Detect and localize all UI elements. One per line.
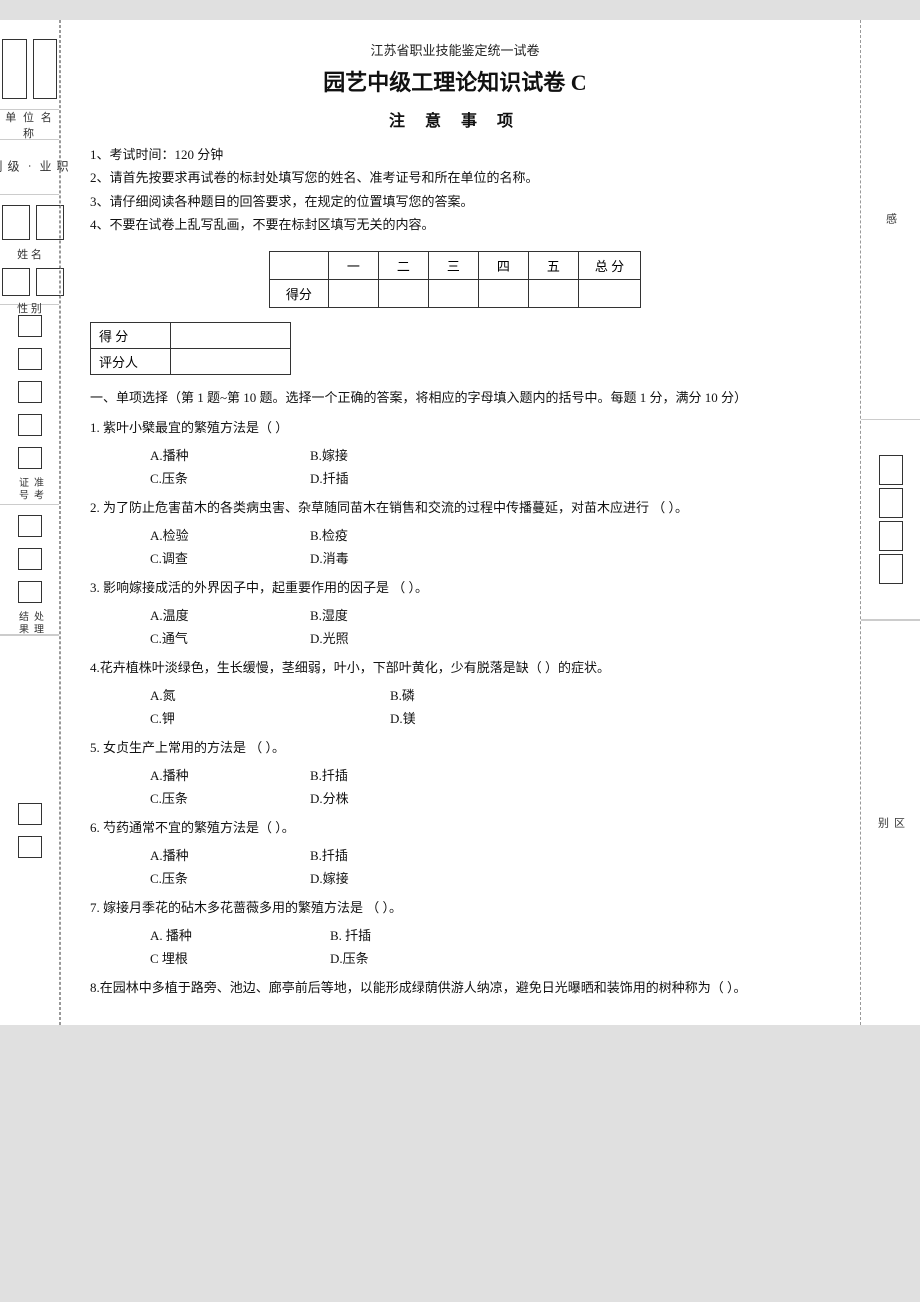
q5-opt-b: B.扦插 [310, 765, 470, 784]
q3-options-row2: C.通气 D.光照 [150, 628, 820, 647]
score-val-5[interactable] [528, 279, 578, 307]
q7-opt-b: B. 扦插 [330, 925, 490, 944]
q3-opt-a: A.温度 [150, 605, 310, 624]
q1-opt-b: B.嫁接 [310, 445, 470, 464]
question-6: 6. 芍药通常不宜的繁殖方法是（ ）。 [90, 817, 820, 839]
q2-options-row1: A.检验 B.检疫 [150, 525, 820, 544]
q7-opt-a: A. 播种 [150, 925, 330, 944]
score-val-2[interactable] [378, 279, 428, 307]
subtitle: 江苏省职业技能鉴定统一试卷 [90, 40, 820, 59]
q4-opt-b: B.磷 [390, 685, 550, 704]
q1-opt-a: A.播种 [150, 445, 310, 464]
small-score-value[interactable] [171, 322, 291, 348]
q7-opt-d: D.压条 [330, 948, 490, 967]
score-table: 一 二 三 四 五 总 分 得分 [269, 251, 641, 308]
question-1: 1. 紫叶小檗最宜的繁殖方法是（ ） [90, 417, 820, 439]
section1-title: 一、单项选择（第 1 题~第 10 题。选择一个正确的答案，将相应的字母填入题内… [90, 387, 820, 409]
dashed-separator [60, 20, 61, 1025]
sidebar-unit-label: 单 位 名 称 [0, 105, 59, 145]
small-grader-label: 评分人 [91, 348, 171, 374]
question-3: 3. 影响嫁接成活的外界因子中，起重要作用的因子是 （ ）。 [90, 577, 820, 599]
question-7: 7. 嫁接月季花的砧木多花蔷薇多用的繁殖方法是 （ ）。 [90, 897, 820, 919]
sidebar-handle-label: 处 理 结 果 [15, 611, 45, 634]
q7-options-row2: C 埋根 D.压条 [150, 948, 820, 967]
score-row-label: 得分 [269, 279, 328, 307]
notice-item-1: 1、考试时间：120 分钟 [90, 143, 820, 166]
small-score-label: 得 分 [91, 322, 171, 348]
q2-options-row2: C.调查 D.消毒 [150, 548, 820, 567]
score-col-1: 一 [328, 251, 378, 279]
question-8: 8.在园林中多植于路旁、池边、廊亭前后等地，以能形成绿荫供游人纳凉，避免日光曝晒… [90, 977, 820, 999]
q7-opt-c: C 埋根 [150, 948, 330, 967]
sidebar-score-label: 准 考 证 号 [15, 477, 45, 504]
notice-item-4: 4、不要在试卷上乱写乱画，不要在标封区填写无关的内容。 [90, 213, 820, 236]
q4-opt-a: A.氮 [150, 685, 310, 704]
score-val-4[interactable] [478, 279, 528, 307]
score-val-total[interactable] [578, 279, 640, 307]
small-score-table: 得 分 评分人 [90, 322, 291, 375]
q2-opt-c: C.调查 [150, 548, 310, 567]
q7-options-row1: A. 播种 B. 扦插 [150, 925, 820, 944]
q1-options-row2: C.压条 D.扦插 [150, 468, 820, 487]
notice-item-2: 2、请首先按要求再试卷的标封处填写您的姓名、准考证号和所在单位的名称。 [90, 166, 820, 189]
right-sidebar: 感 区别 [860, 20, 920, 1025]
right-label-sense: 感 [883, 213, 899, 227]
q3-opt-c: C.通气 [150, 628, 310, 647]
q5-options-row1: A.播种 B.扦插 [150, 765, 820, 784]
score-col-empty [269, 251, 328, 279]
question-5: 5. 女贞生产上常用的方法是 （ ）。 [90, 737, 820, 759]
notice-title: 注 意 事 项 [90, 107, 820, 131]
score-table-wrapper: 一 二 三 四 五 总 分 得分 [90, 251, 820, 308]
q6-opt-c: C.压条 [150, 868, 310, 887]
q6-opt-a: A.播种 [150, 845, 310, 864]
question-4: 4.花卉植株叶淡绿色，生长缓慢，茎细弱，叶小，下部叶黄化，少有脱落是缺（ ）的症… [90, 657, 820, 679]
q4-options-row1: A.氮 B.磷 [150, 685, 820, 704]
q2-opt-b: B.检疫 [310, 525, 470, 544]
q1-opt-c: C.压条 [150, 468, 310, 487]
score-col-3: 三 [428, 251, 478, 279]
q4-options-row2: C.钾 D.镁 [150, 708, 820, 727]
q4-opt-d: D.镁 [390, 708, 550, 727]
q6-options-row1: A.播种 B.扦插 [150, 845, 820, 864]
notice-item-3: 3、请仔细阅读各种题目的回答要求，在规定的位置填写您的答案。 [90, 190, 820, 213]
q1-options-row1: A.播种 B.嫁接 [150, 445, 820, 464]
q3-opt-b: B.湿度 [310, 605, 470, 624]
page: 单 位 名 称 职业·级别 姓 名 性 别 [0, 20, 920, 1025]
q2-opt-d: D.消毒 [310, 548, 470, 567]
q3-options-row1: A.温度 B.湿度 [150, 605, 820, 624]
left-sidebar: 单 位 名 称 职业·级别 姓 名 性 别 [0, 20, 60, 1025]
score-col-4: 四 [478, 251, 528, 279]
q6-options-row2: C.压条 D.嫁接 [150, 868, 820, 887]
q5-opt-c: C.压条 [150, 788, 310, 807]
score-val-1[interactable] [328, 279, 378, 307]
q2-opt-a: A.检验 [150, 525, 310, 544]
score-col-5: 五 [528, 251, 578, 279]
right-label-distinction: 区别 [875, 817, 907, 830]
question-2: 2. 为了防止危害苗木的各类病虫害、杂草随同苗木在销售和交流的过程中传播蔓延，对… [90, 497, 820, 519]
q1-opt-d: D.扦插 [310, 468, 470, 487]
main-title: 园艺中级工理论知识试卷 C [90, 65, 820, 97]
score-val-3[interactable] [428, 279, 478, 307]
score-col-total: 总 分 [578, 251, 640, 279]
q5-opt-a: A.播种 [150, 765, 310, 784]
q5-opt-d: D.分株 [310, 788, 470, 807]
q6-opt-b: B.扦插 [310, 845, 470, 864]
score-col-2: 二 [378, 251, 428, 279]
q5-options-row2: C.压条 D.分株 [150, 788, 820, 807]
q4-opt-c: C.钾 [150, 708, 310, 727]
q6-opt-d: D.嫁接 [310, 868, 470, 887]
sidebar-name-label: 姓 名 [0, 246, 59, 262]
small-score-box: 得 分 评分人 [90, 322, 820, 375]
main-content: 江苏省职业技能鉴定统一试卷 园艺中级工理论知识试卷 C 注 意 事 项 1、考试… [60, 20, 860, 1025]
notice-items: 1、考试时间：120 分钟 2、请首先按要求再试卷的标封处填写您的姓名、准考证号… [90, 143, 820, 237]
small-grader-value[interactable] [171, 348, 291, 374]
q3-opt-d: D.光照 [310, 628, 470, 647]
